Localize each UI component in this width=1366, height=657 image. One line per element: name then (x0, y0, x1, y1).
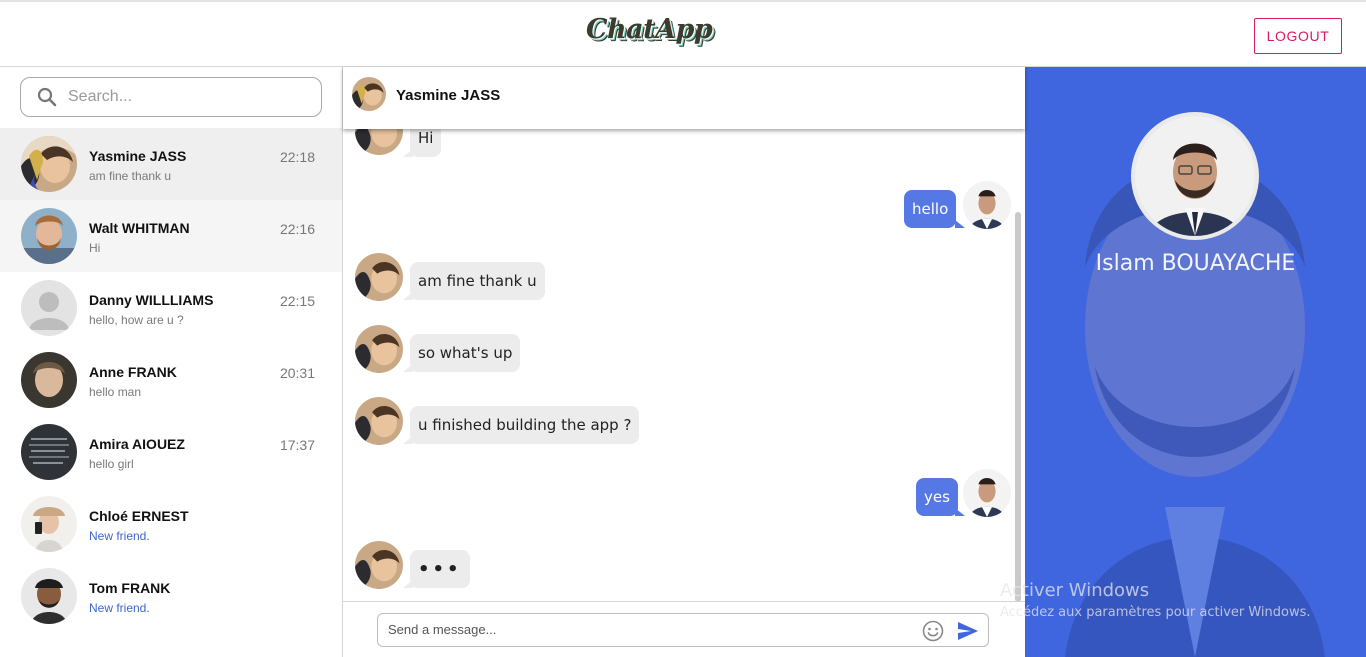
contact-time: 20:31 (279, 365, 315, 381)
contact-item-tom[interactable]: Tom FRANK New friend. (0, 560, 342, 640)
message-bubble[interactable]: so what's up (410, 334, 521, 372)
walt-avatar (21, 208, 77, 264)
sender-avatar (355, 129, 403, 155)
contact-time: 22:16 (279, 221, 315, 237)
message-field[interactable] (377, 613, 989, 647)
contact-name: Danny WILLLIAMS (89, 292, 214, 308)
anne-avatar (21, 352, 77, 408)
my-avatar (963, 181, 1011, 229)
message-input[interactable] (388, 622, 908, 637)
message-bubble[interactable]: u finished building the app ? (410, 406, 640, 444)
sender-avatar (355, 325, 403, 373)
contact-name: Amira AIOUEZ (89, 436, 185, 452)
contact-item-walt[interactable]: Walt WHITMAN Hi 22:16 (0, 200, 342, 272)
message-bubble[interactable]: yes (916, 478, 958, 516)
contact-time: 22:15 (279, 293, 315, 309)
search-box[interactable] (20, 77, 322, 117)
sender-avatar (355, 397, 403, 445)
profile-panel: Islam BOUAYACHE (1025, 67, 1366, 657)
contact-item-danny[interactable]: Danny WILLLIAMS hello, how are u ? 22:15 (0, 272, 342, 344)
contact-name: Anne FRANK (89, 364, 177, 380)
sender-avatar (355, 253, 403, 301)
contact-time: 22:18 (279, 149, 315, 165)
windows-activation-text: Accédez aux paramètres pour activer Wind… (1000, 605, 1311, 620)
message-bubble[interactable]: am fine thank u (410, 262, 545, 300)
tom-avatar (21, 568, 77, 624)
chat-panel: Yasmine JASS Hi hello am fine thank u so… (343, 67, 1025, 657)
contact-preview: Hi (89, 241, 101, 255)
contact-item-amira[interactable]: Amira AIOUEZ hello girl 17:37 (0, 416, 342, 488)
sender-avatar (355, 541, 403, 589)
contact-preview: am fine thank u (89, 169, 172, 183)
amira-avatar (21, 424, 77, 480)
smiley-icon[interactable] (922, 620, 944, 642)
contact-item-anne[interactable]: Anne FRANK hello man 20:31 (0, 344, 342, 416)
message-bubble[interactable]: Hi (410, 129, 442, 157)
search-icon (37, 87, 57, 107)
default-user-avatar (21, 280, 77, 336)
top-bar: ChatApp LOGOUT (0, 0, 1366, 67)
chat-contact-name: Yasmine JASS (396, 87, 501, 104)
yasmine-avatar (21, 136, 77, 192)
contact-preview: hello girl (89, 457, 134, 471)
chat-contact-avatar[interactable] (352, 77, 386, 111)
chat-app-page: ChatApp LOGOUT Yasmine JASS am fine than… (0, 0, 1366, 657)
contact-item-chloe[interactable]: Chloé ERNEST New friend. (0, 488, 342, 560)
message-list: Hi hello am fine thank u so what's up u … (343, 129, 1025, 601)
chloe-avatar (21, 496, 77, 552)
chat-header: Yasmine JASS (343, 67, 1025, 129)
contact-preview: hello, how are u ? (89, 313, 184, 327)
windows-activation-title: Activer Windows (1000, 580, 1150, 601)
logout-button[interactable]: LOGOUT (1254, 18, 1342, 54)
contact-name: Chloé ERNEST (89, 508, 189, 524)
typing-bubble: ••• (410, 550, 470, 588)
contact-item-yasmine[interactable]: Yasmine JASS am fine thank u 22:18 (0, 128, 342, 200)
bubble-tail (955, 508, 965, 516)
profile-avatar[interactable] (1131, 112, 1259, 240)
contact-time: 17:37 (279, 437, 315, 453)
contact-name: Tom FRANK (89, 580, 171, 596)
message-composer (343, 601, 1025, 657)
contacts-sidebar: Yasmine JASS am fine thank u 22:18 Walt … (0, 67, 343, 657)
contact-name: Walt WHITMAN (89, 220, 190, 236)
contact-name: Yasmine JASS (89, 148, 187, 164)
search-input[interactable] (68, 88, 288, 106)
chat-scrollbar[interactable] (1015, 212, 1021, 602)
message-bubble[interactable]: hello (904, 190, 957, 228)
contact-preview: New friend. (89, 529, 150, 543)
my-avatar (963, 469, 1011, 517)
contact-list: Yasmine JASS am fine thank u 22:18 Walt … (0, 128, 342, 640)
contact-preview: New friend. (89, 601, 150, 615)
profile-name: Islam BOUAYACHE (1095, 251, 1296, 276)
contact-preview: hello man (89, 385, 142, 399)
bubble-tail (955, 220, 965, 228)
app-logo[interactable]: ChatApp (586, 14, 713, 45)
send-icon[interactable] (957, 621, 979, 641)
